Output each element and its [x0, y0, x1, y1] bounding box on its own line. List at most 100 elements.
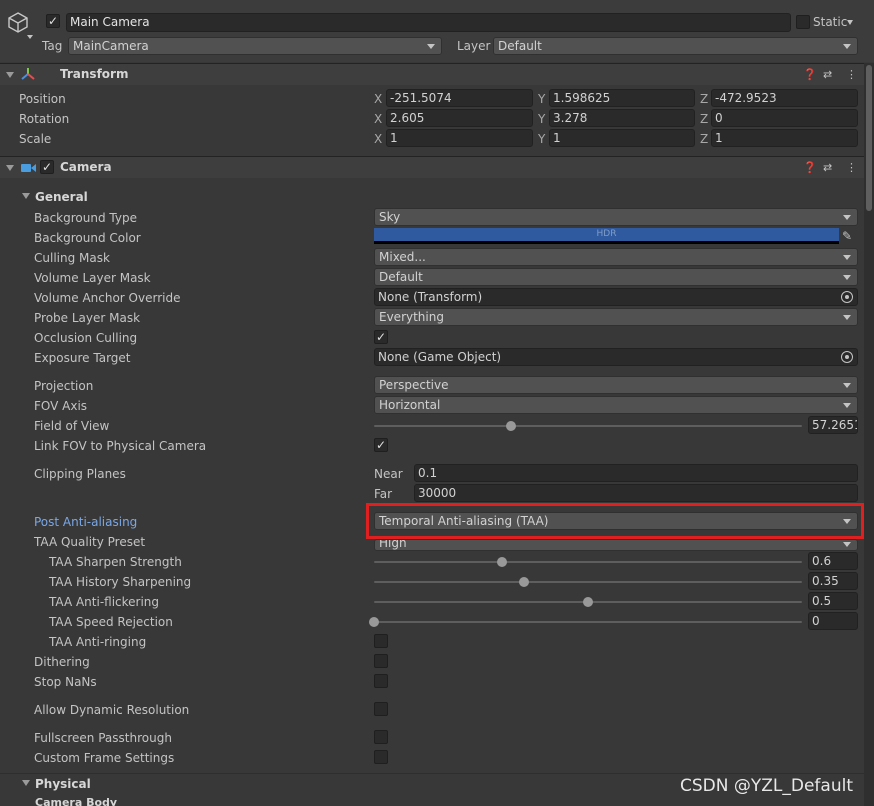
- icon-dropdown-arrow-icon[interactable]: [27, 35, 33, 39]
- active-checkbox[interactable]: ✓: [46, 14, 60, 28]
- position-y-field[interactable]: 1.598625: [549, 89, 695, 107]
- scrollbar-track[interactable]: [864, 63, 874, 806]
- more-options-icon[interactable]: ⋮: [846, 161, 857, 174]
- transform-body: Position Rotation Scale X -251.5074 Y 1.…: [0, 86, 864, 156]
- rotation-y-field[interactable]: 3.278: [549, 109, 695, 127]
- taa-sharpen-slider-track[interactable]: [374, 561, 802, 563]
- far-label[interactable]: Far: [374, 486, 392, 502]
- field-of-view-slider-track[interactable]: [374, 425, 802, 427]
- taa-anti-ringing-checkbox[interactable]: [374, 634, 388, 648]
- volume-anchor-override-field[interactable]: None (Transform): [374, 288, 858, 306]
- axis-z-label[interactable]: Z: [700, 111, 708, 127]
- culling-mask-dropdown[interactable]: Mixed...: [374, 248, 858, 266]
- foldout-arrow-icon[interactable]: [6, 165, 14, 171]
- custom-frame-settings-label: Custom Frame Settings: [34, 751, 175, 765]
- axis-x-label[interactable]: X: [374, 111, 382, 127]
- rotation-x-field[interactable]: 2.605: [386, 109, 533, 127]
- axis-x-label[interactable]: X: [374, 91, 382, 107]
- taa-sharpen-slider-handle[interactable]: [497, 557, 508, 567]
- occlusion-culling-checkbox[interactable]: ✓: [374, 330, 388, 344]
- eyedropper-icon[interactable]: ✎: [842, 229, 852, 243]
- dithering-checkbox[interactable]: [374, 654, 388, 668]
- taa-history-sharpening-label: TAA History Sharpening: [49, 575, 192, 589]
- fullscreen-passthrough-checkbox[interactable]: [374, 730, 388, 744]
- near-clip-field[interactable]: 0.1: [414, 464, 858, 482]
- axis-z-label[interactable]: Z: [700, 91, 708, 107]
- position-z-field[interactable]: -472.9523: [711, 89, 858, 107]
- scale-z-field[interactable]: 1: [711, 129, 858, 147]
- camera-header[interactable]: ✓ Camera ❓ ⇄ ⋮: [0, 156, 864, 178]
- scale-y-field[interactable]: 1: [549, 129, 695, 147]
- field-of-view-field[interactable]: 57.2651: [808, 416, 858, 434]
- probe-layer-mask-value: Everything: [379, 310, 444, 324]
- allow-dynamic-resolution-checkbox[interactable]: [374, 702, 388, 716]
- volume-layer-mask-dropdown[interactable]: Default: [374, 268, 858, 286]
- foldout-arrow-icon[interactable]: [22, 780, 30, 786]
- static-dropdown-arrow-icon[interactable]: [847, 20, 853, 25]
- presets-icon[interactable]: ⇄: [823, 68, 832, 81]
- projection-dropdown[interactable]: Perspective: [374, 376, 858, 394]
- near-label[interactable]: Near: [374, 466, 403, 482]
- object-picker-icon[interactable]: [841, 291, 853, 303]
- taa-history-field[interactable]: 0.35: [808, 572, 858, 590]
- foldout-arrow-icon[interactable]: [22, 193, 30, 199]
- transform-header[interactable]: Transform ❓ ⇄ ⋮: [0, 63, 864, 85]
- camera-enabled-checkbox[interactable]: ✓: [40, 160, 54, 174]
- more-options-icon[interactable]: ⋮: [846, 68, 857, 81]
- axis-y-label[interactable]: Y: [538, 111, 545, 127]
- taa-flicker-field[interactable]: 0.5: [808, 592, 858, 610]
- camera-icon: [21, 162, 37, 176]
- scrollbar-thumb[interactable]: [866, 65, 872, 211]
- layer-dropdown[interactable]: Default: [493, 37, 858, 55]
- taa-speed-field[interactable]: 0: [808, 612, 858, 630]
- culling-mask-label: Culling Mask: [34, 251, 110, 265]
- static-label[interactable]: Static: [813, 14, 847, 30]
- culling-mask-value: Mixed...: [379, 250, 426, 264]
- background-color-swatch[interactable]: HDR: [374, 228, 839, 244]
- post-anti-aliasing-label: Post Anti-aliasing: [34, 515, 138, 529]
- volume-anchor-override-label: Volume Anchor Override: [34, 291, 181, 305]
- help-icon[interactable]: ❓: [803, 161, 817, 174]
- background-type-label: Background Type: [34, 211, 137, 225]
- axis-z-label[interactable]: Z: [700, 131, 708, 147]
- presets-icon[interactable]: ⇄: [823, 161, 832, 174]
- position-x-field[interactable]: -251.5074: [386, 89, 533, 107]
- taa-anti-flickering-label: TAA Anti-flickering: [49, 595, 160, 609]
- clipping-planes-label: Clipping Planes: [34, 467, 126, 481]
- rotation-z-field[interactable]: 0: [711, 109, 858, 127]
- taa-quality-preset-dropdown[interactable]: High: [374, 539, 858, 551]
- probe-layer-mask-dropdown[interactable]: Everything: [374, 308, 858, 326]
- taa-flicker-slider-handle[interactable]: [583, 597, 593, 607]
- static-checkbox[interactable]: [796, 15, 810, 29]
- help-icon[interactable]: ❓: [803, 68, 817, 81]
- fov-axis-dropdown[interactable]: Horizontal: [374, 396, 858, 414]
- scale-x-field[interactable]: 1: [386, 129, 533, 147]
- chevron-down-icon: [843, 255, 851, 260]
- taa-speed-slider-handle[interactable]: [369, 617, 379, 627]
- background-type-dropdown[interactable]: Sky: [374, 208, 858, 226]
- taa-quality-preset-label: TAA Quality Preset: [34, 535, 146, 549]
- taa-speed-slider-track[interactable]: [374, 621, 802, 623]
- axis-y-label[interactable]: Y: [538, 91, 545, 107]
- far-clip-field[interactable]: 30000: [414, 484, 858, 502]
- tag-dropdown[interactable]: MainCamera: [68, 37, 442, 55]
- projection-label: Projection: [34, 379, 94, 393]
- stop-nans-checkbox[interactable]: [374, 674, 388, 688]
- chevron-down-icon: [843, 215, 851, 220]
- custom-frame-settings-checkbox[interactable]: [374, 750, 388, 764]
- exposure-target-value: None (Game Object): [378, 350, 502, 364]
- field-of-view-slider-handle[interactable]: [505, 421, 516, 431]
- axis-x-label[interactable]: X: [374, 131, 382, 147]
- general-foldout[interactable]: General: [0, 187, 864, 205]
- link-fov-checkbox[interactable]: ✓: [374, 438, 388, 452]
- object-picker-icon[interactable]: [841, 351, 853, 363]
- axis-y-label[interactable]: Y: [538, 131, 545, 147]
- taa-history-slider-handle[interactable]: [518, 577, 529, 587]
- projection-value: Perspective: [379, 378, 449, 392]
- foldout-arrow-icon[interactable]: [6, 72, 14, 78]
- object-name-field[interactable]: Main Camera: [66, 13, 791, 32]
- exposure-target-field[interactable]: None (Game Object): [374, 348, 858, 366]
- taa-sharpen-field[interactable]: 0.6: [808, 552, 858, 570]
- taa-history-slider-track[interactable]: [374, 581, 802, 583]
- gameobject-cube-icon: [6, 10, 30, 37]
